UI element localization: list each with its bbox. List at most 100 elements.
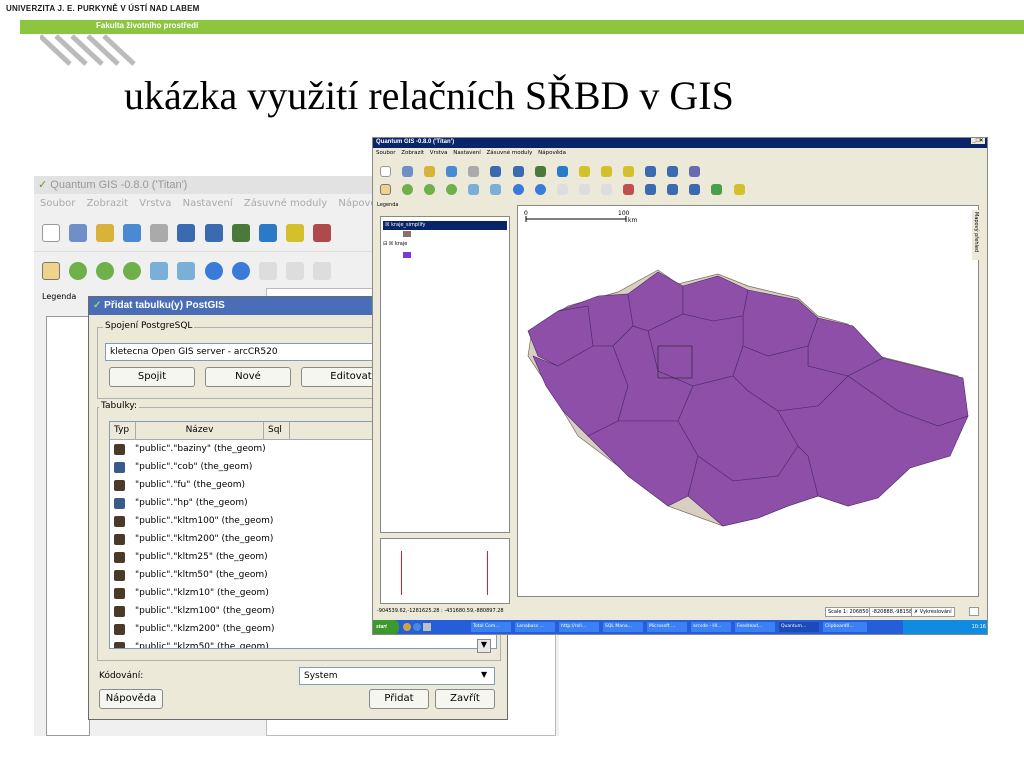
taskbar-item[interactable]: http://roll... xyxy=(559,622,599,632)
capture-point-icon[interactable] xyxy=(578,166,590,177)
measure-icon[interactable] xyxy=(600,184,612,195)
pan-icon[interactable] xyxy=(380,184,391,195)
scroll-down-button[interactable]: ▼ xyxy=(477,639,491,653)
menu-vrstva[interactable]: Vrstva xyxy=(139,198,171,209)
menu-zasuvne-moduly[interactable]: Zásuvné moduly xyxy=(487,150,533,156)
print-icon[interactable] xyxy=(468,166,480,177)
column-sql[interactable]: Sql xyxy=(264,422,290,439)
menu-zobrazit[interactable]: Zobrazit xyxy=(87,198,129,209)
taskbar-item[interactable]: Clipboard0... xyxy=(823,622,867,632)
menu-napoveda[interactable]: Nápověda xyxy=(538,150,566,156)
select-icon[interactable] xyxy=(578,184,590,195)
zoom-selection-icon[interactable] xyxy=(150,261,169,280)
layer-item-kraje[interactable]: ⊟ ☒ kraje xyxy=(383,241,407,247)
capture-polygon-icon[interactable] xyxy=(623,166,635,177)
project-icon[interactable] xyxy=(969,607,979,616)
open-icon[interactable] xyxy=(123,223,142,242)
add-button[interactable]: Přidat xyxy=(369,689,429,709)
refresh-icon[interactable] xyxy=(534,184,546,195)
refresh-icon[interactable] xyxy=(231,261,250,280)
checkbox-icon[interactable]: ⊟ ☒ xyxy=(383,241,393,247)
close-button[interactable]: Zavřít xyxy=(435,689,495,709)
render-checkbox[interactable]: ✗ Vykreslování xyxy=(911,607,955,617)
zoom-selection-icon[interactable] xyxy=(468,184,480,195)
menu-soubor[interactable]: Soubor xyxy=(376,150,395,156)
grid-icon-3[interactable] xyxy=(689,166,701,177)
connect-button[interactable]: Spojit xyxy=(109,367,195,387)
taskbar-item[interactable]: Microsoft ... xyxy=(647,622,687,632)
save-as-icon[interactable] xyxy=(424,166,436,177)
save-icon[interactable] xyxy=(402,166,414,177)
capture-line-icon[interactable] xyxy=(600,166,612,177)
plugin-icon[interactable] xyxy=(258,223,277,242)
grid-icon[interactable] xyxy=(645,166,657,177)
zoom-in-icon[interactable] xyxy=(402,184,414,195)
pan-icon[interactable] xyxy=(42,261,60,280)
select-icon[interactable] xyxy=(285,261,304,280)
window-controls[interactable]: _□× xyxy=(970,138,985,144)
add-postgis-icon[interactable] xyxy=(534,166,546,177)
grid-icon-2[interactable] xyxy=(667,166,679,177)
zoom-last-icon[interactable] xyxy=(512,184,524,195)
column-name[interactable]: Název xyxy=(136,422,264,439)
add-vector-icon[interactable] xyxy=(177,223,196,242)
identify-icon[interactable] xyxy=(258,261,277,280)
add-raster-icon[interactable] xyxy=(204,223,223,242)
taskbar-item[interactable]: arcsde - Hl... xyxy=(691,622,731,632)
zoom-full-icon[interactable] xyxy=(123,261,142,280)
menu-vrstva[interactable]: Vrstva xyxy=(430,150,448,156)
identify-icon[interactable] xyxy=(556,184,568,195)
add-postgis-icon[interactable] xyxy=(231,223,250,242)
taskbar-item[interactable]: Quantum... xyxy=(779,622,819,632)
save-as-icon[interactable] xyxy=(96,223,115,242)
column-type[interactable]: Typ xyxy=(110,422,136,439)
taskbar-item[interactable]: SQL Mana... xyxy=(603,622,643,632)
scale-field[interactable]: Scale 1: 2068500 xyxy=(825,607,875,617)
save-icon[interactable] xyxy=(69,223,88,242)
menu-soubor[interactable]: Soubor xyxy=(40,198,75,209)
zoom-layer-icon[interactable] xyxy=(177,261,196,280)
tool-icon[interactable] xyxy=(312,223,331,242)
table-row[interactable]: "public"."klzm50" (the_geom) xyxy=(110,638,496,648)
menu-nastaveni[interactable]: Nastavení xyxy=(183,198,233,209)
taskbar-item[interactable]: Feedread... xyxy=(735,622,775,632)
attribute-table-icon[interactable] xyxy=(312,261,331,280)
quicklaunch-icon[interactable] xyxy=(413,623,421,631)
zoom-in-icon[interactable] xyxy=(69,261,88,280)
quicklaunch-icon[interactable] xyxy=(403,623,411,631)
new-button[interactable]: Nové xyxy=(205,367,291,387)
print-icon[interactable] xyxy=(150,223,169,242)
menu-zobrazit[interactable]: Zobrazit xyxy=(401,150,424,156)
map-canvas[interactable]: 0 100 km Mapový přehled xyxy=(517,205,980,597)
chevron-down-icon[interactable]: ▼ xyxy=(481,670,487,679)
layer-item-kraje-simplify[interactable]: ☒ kraje_simplify xyxy=(383,221,507,230)
plugin-icon-2[interactable] xyxy=(711,184,723,195)
help-button[interactable]: Nápověda xyxy=(99,689,163,709)
new-project-icon[interactable] xyxy=(42,223,60,242)
add-raster-icon[interactable] xyxy=(512,166,524,177)
layer-icon-2[interactable] xyxy=(667,184,679,195)
taskbar-item[interactable]: Total Com... xyxy=(471,622,511,632)
new-project-icon[interactable] xyxy=(380,166,391,177)
menu-zasuvne-moduly[interactable]: Zásuvné moduly xyxy=(244,198,327,209)
layer-icon-3[interactable] xyxy=(689,184,701,195)
zoom-full-icon[interactable] xyxy=(446,184,458,195)
zoom-last-icon[interactable] xyxy=(204,261,223,280)
edit-icon[interactable] xyxy=(623,184,635,195)
zoom-layer-icon[interactable] xyxy=(490,184,502,195)
checkbox-icon[interactable]: ☒ xyxy=(385,222,389,228)
plugin-icon[interactable] xyxy=(556,166,568,177)
encoding-select[interactable]: System xyxy=(299,667,495,685)
menu-nastaveni[interactable]: Nastavení xyxy=(453,150,481,156)
overview-side-tab[interactable]: Mapový přehled xyxy=(972,210,980,260)
start-button[interactable]: start xyxy=(373,620,399,634)
capture-icon[interactable] xyxy=(285,223,304,242)
taskbar-item[interactable]: Lenabass ... xyxy=(515,622,555,632)
legend-tab[interactable]: Legenda xyxy=(42,292,76,301)
zoom-out-icon[interactable] xyxy=(424,184,436,195)
layer-icon[interactable] xyxy=(645,184,657,195)
open-icon[interactable] xyxy=(446,166,458,177)
plugin-icon-3[interactable] xyxy=(733,184,745,195)
zoom-out-icon[interactable] xyxy=(96,261,115,280)
add-vector-icon[interactable] xyxy=(490,166,502,177)
